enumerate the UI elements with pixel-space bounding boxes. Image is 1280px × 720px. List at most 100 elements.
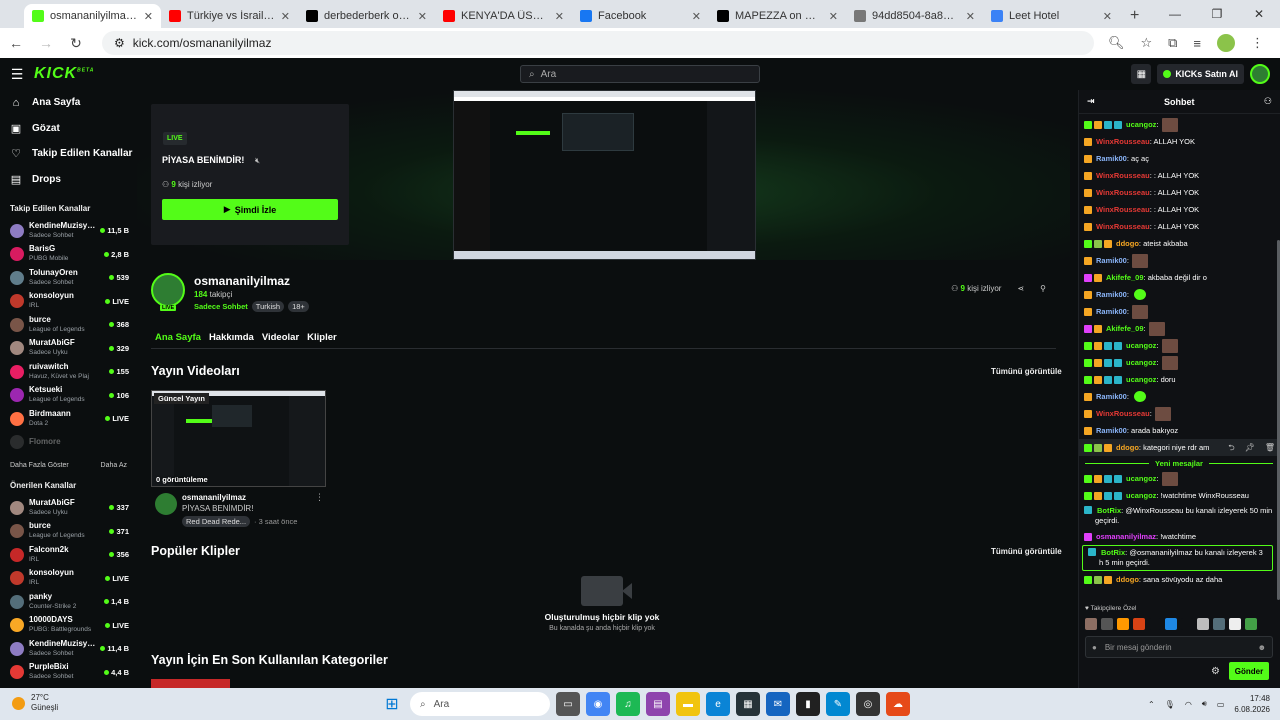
sidebar-channel[interactable]: burce League of Legends 371 xyxy=(0,520,137,544)
paint-icon[interactable]: ✎ xyxy=(826,692,850,716)
hamburger-icon[interactable]: ☰ xyxy=(0,66,34,83)
chat-message[interactable]: WinxRousseau: xyxy=(1079,405,1279,422)
tab-close-icon[interactable]: ✕ xyxy=(692,10,701,23)
sidebar-channel[interactable]: TolunayOren Sadece Sohbet 539 xyxy=(0,266,137,290)
chat-message[interactable]: ucangoz: xyxy=(1079,337,1279,354)
reply-icon[interactable]: ⮌ xyxy=(1228,443,1234,453)
sidebar-channel[interactable]: konsoloyun IRL LIVE xyxy=(0,567,137,591)
weather-widget[interactable]: 27°C Güneşli xyxy=(12,693,58,713)
calculator-icon[interactable]: ▦ xyxy=(736,692,760,716)
url-field[interactable]: ⚙ kick.com/osmananilyilmaz xyxy=(102,31,1094,55)
emote[interactable] xyxy=(1245,618,1257,630)
site-info-icon[interactable]: ⚙ xyxy=(114,36,125,50)
microphone-icon[interactable]: 🎙︎ xyxy=(1165,700,1175,709)
chat-message[interactable]: WinxRousseau: : ALLAH YOK xyxy=(1079,167,1279,184)
tab-videos[interactable]: Videolar xyxy=(262,332,299,343)
chat-message[interactable]: WinxRousseau: : ALLAH YOK xyxy=(1079,184,1279,201)
chat-username[interactable]: ucangoz xyxy=(1126,341,1156,350)
tab-home[interactable]: Ana Sayfa xyxy=(155,332,201,343)
browser-tab[interactable]: MAPEZZA on X: "@Yakup ✕ xyxy=(709,4,846,28)
sidebar-nav-item[interactable]: ▤ Drops xyxy=(0,167,137,193)
emote[interactable] xyxy=(1101,618,1113,630)
battery-icon[interactable]: ▭ xyxy=(1217,700,1225,709)
chat-username[interactable]: ddogo xyxy=(1116,575,1139,584)
new-tab-icon[interactable]: + xyxy=(1120,4,1149,28)
chat-username[interactable]: WinxRousseau xyxy=(1096,188,1150,197)
sidebar-channel[interactable]: konsoloyun IRL LIVE xyxy=(0,290,137,314)
chat-username[interactable]: Ramik00 xyxy=(1096,290,1127,299)
taskbar-search[interactable]: ⌕ Ara xyxy=(410,692,550,716)
chat-message[interactable]: ddogo: sana sövüyodu az daha xyxy=(1079,571,1279,588)
sidebar-channel[interactable]: BarisG PUBG Mobile 2,8 B xyxy=(0,243,137,267)
folder-icon[interactable]: ▬ xyxy=(676,692,700,716)
tab-close-icon[interactable]: ✕ xyxy=(418,10,427,23)
task-view-icon[interactable]: ▭ xyxy=(556,692,580,716)
kick-logo[interactable]: KICKBETA xyxy=(34,65,94,83)
show-more-button[interactable]: Daha Fazla Göster xyxy=(10,462,69,469)
chat-username[interactable]: Ramik00 xyxy=(1096,154,1127,163)
user-avatar[interactable] xyxy=(1250,64,1270,84)
chat-message[interactable]: ddogo: ateist akbaba xyxy=(1079,235,1279,252)
chat-message[interactable]: ddogo: kategori niye rdr am ⮌ 📌︎ 🗑︎ xyxy=(1079,439,1279,456)
chat-username[interactable]: Ramik00 xyxy=(1096,392,1127,401)
category-link[interactable]: Sadece Sohbet xyxy=(194,302,248,311)
chat-username[interactable]: Ramik00 xyxy=(1096,426,1127,435)
maximize-icon[interactable]: ❐ xyxy=(1196,0,1238,28)
reload-icon[interactable]: ↻ xyxy=(68,35,84,52)
chat-message[interactable]: Ramik00: xyxy=(1079,252,1279,269)
tab-close-icon[interactable]: ✕ xyxy=(829,10,838,23)
back-icon[interactable]: ← xyxy=(8,35,24,51)
library-icon[interactable]: ▦ xyxy=(1131,64,1152,84)
bookmark-star-icon[interactable]: ☆ xyxy=(1140,35,1152,51)
pin-icon[interactable]: 📌︎ xyxy=(1245,443,1255,453)
video-channel-avatar[interactable] xyxy=(155,493,177,515)
chat-settings-icon[interactable]: ⚙ xyxy=(1211,666,1220,677)
browser-tab[interactable]: Facebook ✕ xyxy=(572,4,709,28)
chat-username[interactable]: BotRix xyxy=(1101,548,1125,557)
chrome-icon[interactable]: ◉ xyxy=(586,692,610,716)
tab-clips[interactable]: Klipler xyxy=(307,332,337,343)
browser-tab[interactable]: osmananilyilmaz Stream ✕ xyxy=(24,4,161,28)
tab-close-icon[interactable]: ✕ xyxy=(966,10,975,23)
channel-avatar[interactable]: LIVE xyxy=(151,273,185,311)
chat-input[interactable]: ● Bir mesaj gönderin ☻ xyxy=(1085,636,1273,658)
videos-see-all-link[interactable]: Tümünü görüntüle xyxy=(991,367,1062,376)
chat-message[interactable]: Ramik00: xyxy=(1079,388,1279,405)
chat-username[interactable]: WinxRousseau xyxy=(1096,409,1150,418)
sidebar-channel[interactable]: burce League of Legends 368 xyxy=(0,313,137,337)
audio-app-icon[interactable]: ▮ xyxy=(796,692,820,716)
sidebar-nav-item[interactable]: ♡ Takip Edilen Kanallar xyxy=(0,141,137,167)
browser-tab[interactable]: 94dd8504-8a86-4d50-86 ✕ xyxy=(846,4,983,28)
chat-message[interactable]: Akifefe_09: xyxy=(1079,320,1279,337)
chat-username[interactable]: osmananilyilmaz xyxy=(1096,532,1156,541)
chat-username[interactable]: ddogo xyxy=(1116,443,1139,452)
media-icon[interactable]: ≡ xyxy=(1193,36,1201,51)
browser-tab[interactable]: derbederberk on X: "Yak ✕ xyxy=(298,4,435,28)
wifi-icon[interactable]: ◠ xyxy=(1185,700,1192,709)
sidebar-channel[interactable]: KendineMuzisyen Sadece Sohbet 11,5 B xyxy=(0,219,137,243)
chat-username[interactable]: Akifefe_09 xyxy=(1106,324,1144,333)
clock[interactable]: 17:48 6.08.2026 xyxy=(1234,693,1270,715)
chat-message[interactable]: WinxRousseau: : ALLAH YOK xyxy=(1079,218,1279,235)
chat-username[interactable]: ucangoz xyxy=(1126,375,1156,384)
minimize-icon[interactable]: — xyxy=(1154,0,1196,28)
chat-username[interactable]: WinxRousseau xyxy=(1096,137,1150,146)
clips-see-all-link[interactable]: Tümünü görüntüle xyxy=(991,547,1062,556)
sidebar-channel[interactable]: panky Counter-Strike 2 1,4 B xyxy=(0,590,137,614)
chat-message[interactable]: WinxRousseau: ALLAH YOK xyxy=(1079,133,1279,150)
tab-about[interactable]: Hakkımda xyxy=(209,332,254,343)
collapse-chat-icon[interactable]: ⇥ xyxy=(1087,96,1095,107)
chat-username[interactable]: ucangoz xyxy=(1126,474,1156,483)
sidebar-channel[interactable]: 10000DAYS PUBG: Battlegrounds LIVE xyxy=(0,614,137,638)
tag-turkish[interactable]: Turkish xyxy=(251,301,285,312)
sidebar-channel[interactable]: ruivawitch Havuz, Küvet ve Plaj 155 xyxy=(0,360,137,384)
sidebar-channel[interactable]: Ketsueki League of Legends 106 xyxy=(0,384,137,408)
chat-message[interactable]: Ramik00: arada bakıyoz xyxy=(1079,422,1279,439)
browser-tab[interactable]: KENYA'DA ÜSTÜ ÖRTÜLE ✕ xyxy=(435,4,572,28)
chat-message[interactable]: Akifefe_09: akbaba değil dir o xyxy=(1079,269,1279,286)
sidebar-channel[interactable]: KendineMuzisyen Sadece Sohbet 11,4 B xyxy=(0,637,137,661)
chat-username[interactable]: WinxRousseau xyxy=(1096,205,1150,214)
sidebar-channel[interactable]: MuratAbiGF Sadece Uyku 329 xyxy=(0,337,137,361)
chat-username[interactable]: ucangoz xyxy=(1126,491,1156,500)
chat-message[interactable]: Ramik00: xyxy=(1079,286,1279,303)
